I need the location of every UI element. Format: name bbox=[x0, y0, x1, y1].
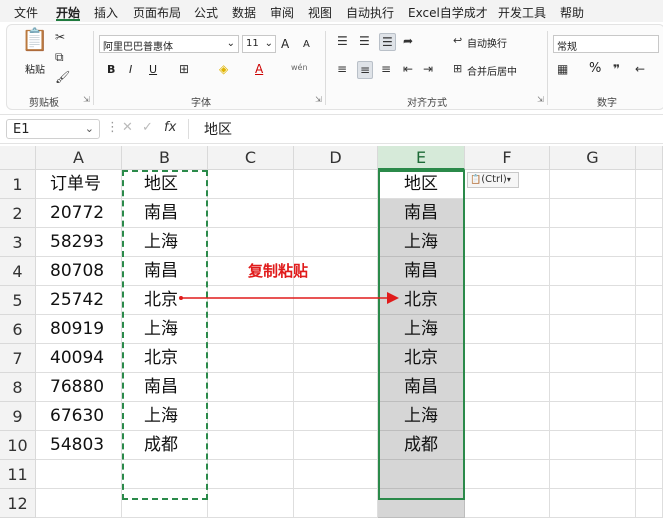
clipboard-icon: 📋 bbox=[470, 175, 482, 185]
paste-options-button[interactable]: 📋(Ctrl)▾ bbox=[467, 172, 519, 188]
chevron-down-icon: ▾ bbox=[506, 175, 511, 184]
annotation-label: 复制粘贴 bbox=[248, 262, 309, 280]
paste-options-label: (Ctrl) bbox=[481, 174, 507, 185]
annotation-arrow bbox=[179, 292, 399, 304]
